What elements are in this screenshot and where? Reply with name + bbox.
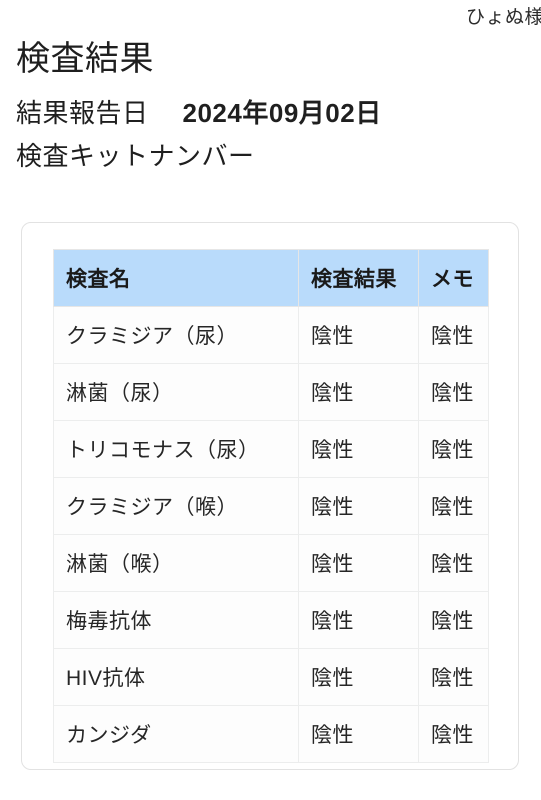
cell-memo: 陰性 xyxy=(418,363,489,421)
results-card: 検査名 検査結果 メモ クラミジア（尿） 陰性 陰性 淋菌（尿） 陰性 陰性 ト… xyxy=(21,222,519,770)
cell-test-name: 淋菌（尿） xyxy=(53,363,299,421)
cell-test-name: 淋菌（喉） xyxy=(53,534,299,592)
cell-memo: 陰性 xyxy=(418,477,489,535)
column-header-test-result: 検査結果 xyxy=(298,249,419,307)
table-head: 検査名 検査結果 メモ xyxy=(53,249,489,307)
cell-test-result: 陰性 xyxy=(298,420,419,478)
table-row: HIV抗体 陰性 陰性 xyxy=(53,648,489,706)
report-date-label: 結果報告日 xyxy=(16,97,149,128)
table-row: 淋菌（喉） 陰性 陰性 xyxy=(53,534,489,592)
user-bar: ひょぬ様 xyxy=(0,0,541,30)
cell-memo: 陰性 xyxy=(418,420,489,478)
cell-memo: 陰性 xyxy=(418,648,489,706)
cell-memo: 陰性 xyxy=(418,306,489,364)
cell-memo: 陰性 xyxy=(418,534,489,592)
cell-test-name: カンジダ xyxy=(53,705,299,763)
table-row: 淋菌（尿） 陰性 陰性 xyxy=(53,363,489,421)
cell-memo: 陰性 xyxy=(418,591,489,649)
column-header-test-name: 検査名 xyxy=(53,249,299,307)
table-row: 梅毒抗体 陰性 陰性 xyxy=(53,591,489,649)
report-date-value: 2024年09月02日 xyxy=(182,97,382,128)
cell-test-name: クラミジア（尿） xyxy=(53,306,299,364)
kit-number-label: 検査キットナンバー xyxy=(16,141,255,172)
report-date-row: 結果報告日 2024年09月02日 xyxy=(16,95,525,133)
cell-test-result: 陰性 xyxy=(298,648,419,706)
cell-test-name: 梅毒抗体 xyxy=(53,591,299,649)
cell-test-result: 陰性 xyxy=(298,306,419,364)
cell-test-result: 陰性 xyxy=(298,534,419,592)
page-header: 検査結果 結果報告日 2024年09月02日 検査キットナンバー xyxy=(0,38,541,176)
cell-test-name: HIV抗体 xyxy=(53,648,299,706)
kit-number-row: 検査キットナンバー xyxy=(16,138,525,176)
user-name: ひょぬ様 xyxy=(465,6,541,28)
table-row: クラミジア（尿） 陰性 陰性 xyxy=(53,306,489,364)
table-row: トリコモナス（尿） 陰性 陰性 xyxy=(53,420,489,478)
cell-test-result: 陰性 xyxy=(298,591,419,649)
cell-test-result: 陰性 xyxy=(298,477,419,535)
cell-test-result: 陰性 xyxy=(298,705,419,763)
cell-memo: 陰性 xyxy=(418,705,489,763)
table-header-row: 検査名 検査結果 メモ xyxy=(53,249,489,307)
cell-test-name: トリコモナス（尿） xyxy=(53,420,299,478)
table-row: カンジダ 陰性 陰性 xyxy=(53,705,489,763)
table-body: クラミジア（尿） 陰性 陰性 淋菌（尿） 陰性 陰性 トリコモナス（尿） 陰性 … xyxy=(53,306,489,763)
cell-test-result: 陰性 xyxy=(298,363,419,421)
column-header-memo: メモ xyxy=(418,249,489,307)
results-table: 検査名 検査結果 メモ クラミジア（尿） 陰性 陰性 淋菌（尿） 陰性 陰性 ト… xyxy=(53,249,489,763)
table-row: クラミジア（喉） 陰性 陰性 xyxy=(53,477,489,535)
cell-test-name: クラミジア（喉） xyxy=(53,477,299,535)
page-title: 検査結果 xyxy=(16,40,154,78)
